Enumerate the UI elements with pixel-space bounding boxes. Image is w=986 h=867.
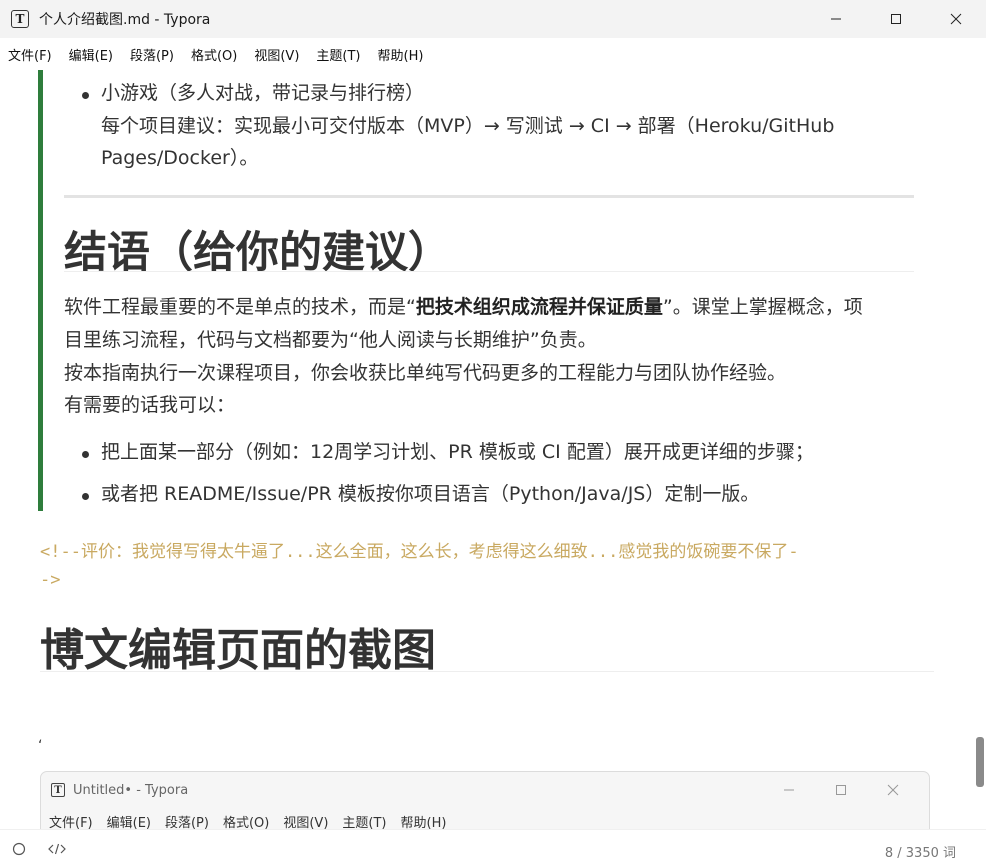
outline-toggle-button[interactable] <box>12 842 26 856</box>
embedded-menu-view: 视图(V) <box>283 816 329 829</box>
minimize-button[interactable] <box>806 0 866 38</box>
typora-app-icon: T <box>51 783 65 797</box>
project-advice-line2: Pages/Docker）。 <box>101 147 259 169</box>
html-comment-line2: -> <box>40 570 61 590</box>
html-comment-line1: <!--评价：我觉得写得太牛逼了...这么全面，这么长，考虑得这么细致...感觉… <box>40 542 799 562</box>
list-bullet <box>82 493 89 500</box>
status-bar: 8 / 3350 词 <box>0 829 986 867</box>
menu-format[interactable]: 格式(O) <box>191 45 237 64</box>
embedded-window-controls <box>763 772 919 808</box>
list-bullet <box>82 451 89 458</box>
outline-circle-icon <box>12 842 26 855</box>
maximize-button[interactable] <box>866 0 926 38</box>
conclusion-paragraph-line1: 软件工程最重要的不是单点的技术，而是“把技术组织成流程并保证质量”。课堂上掌握概… <box>64 296 863 318</box>
embedded-typora-screenshot: T Untitled• - Typora 文件(F) 编辑(E) 段落(P) 格… <box>40 771 930 829</box>
menu-bar: 文件(F) 编辑(E) 段落(P) 格式(O) 视图(V) 主题(T) 帮助(H… <box>0 38 986 70</box>
conclusion-paragraph-line3: 按本指南执行一次课程项目，你会收获比单纯写代码更多的工程能力与团队协作经验。 <box>64 362 787 384</box>
typora-app-icon: T <box>11 10 29 28</box>
embedded-menu-theme: 主题(T) <box>342 816 387 829</box>
conclusion-paragraph-line4: 有需要的话我可以： <box>64 394 236 416</box>
embedded-menu-edit: 编辑(E) <box>106 816 151 829</box>
minimize-icon <box>784 789 794 791</box>
maximize-icon <box>891 14 901 24</box>
conclusion-paragraph-line2: 目里练习流程，代码与文档都要为“他人阅读与长期维护”负责。 <box>64 329 597 351</box>
close-button[interactable] <box>926 0 986 38</box>
embedded-close <box>867 772 919 808</box>
list-item: 小游戏（多人对战，带记录与排行榜） <box>101 82 425 104</box>
list-item: 把上面某一部分（例如：12周学习计划、PR 模板或 CI 配置）展开成更详细的步… <box>101 441 814 463</box>
menu-view[interactable]: 视图(V) <box>254 45 299 64</box>
embedded-maximize <box>815 772 867 808</box>
editor-content[interactable]: 小游戏（多人对战，带记录与排行榜） 每个项目建议：实现最小可交付版本（MVP）→… <box>0 70 986 829</box>
close-icon <box>887 784 899 796</box>
vertical-scrollbar-thumb[interactable] <box>976 737 984 787</box>
close-icon <box>950 13 962 25</box>
embedded-menu-paragraph: 段落(P) <box>164 816 209 829</box>
list-bullet <box>82 92 89 99</box>
menu-paragraph[interactable]: 段落(P) <box>130 45 174 64</box>
embedded-window-title: Untitled• - Typora <box>73 782 189 798</box>
embedded-title-bar: T Untitled• - Typora <box>41 772 929 808</box>
menu-file[interactable]: 文件(F) <box>8 45 52 64</box>
horizontal-rule <box>64 195 914 198</box>
embedded-menu-file: 文件(F) <box>49 816 93 829</box>
heading-underline <box>40 671 934 672</box>
project-advice-line1: 每个项目建议：实现最小可交付版本（MVP）→ 写测试 → CI → 部署（Her… <box>101 115 835 137</box>
stray-mark: ‘ <box>38 738 43 754</box>
menu-theme[interactable]: 主题(T) <box>316 45 360 64</box>
window-controls <box>806 0 986 38</box>
source-code-toggle-button[interactable] <box>48 842 66 856</box>
screenshot-section-heading: 博文编辑页面的截图 <box>40 625 436 676</box>
menu-edit[interactable]: 编辑(E) <box>69 45 113 64</box>
embedded-minimize <box>763 772 815 808</box>
blockquote-bar <box>38 70 43 511</box>
bold-text: 把技术组织成流程并保证质量 <box>415 296 663 318</box>
word-count[interactable]: 8 / 3350 词 <box>885 842 956 861</box>
menu-help[interactable]: 帮助(H) <box>378 45 424 64</box>
maximize-icon <box>836 785 846 795</box>
heading-underline <box>64 271 914 272</box>
minimize-icon <box>831 18 841 20</box>
list-item: 或者把 README/Issue/PR 模板按你项目语言（Python/Java… <box>101 483 760 505</box>
embedded-menu-format: 格式(O) <box>222 816 270 829</box>
embedded-menu-help: 帮助(H) <box>400 816 447 829</box>
source-code-icon <box>48 843 66 854</box>
embedded-menu-bar: 文件(F) 编辑(E) 段落(P) 格式(O) 视图(V) 主题(T) 帮助(H… <box>49 812 460 829</box>
title-bar: T 个人介绍截图.md - Typora <box>0 0 986 38</box>
window-title: 个人介绍截图.md - Typora <box>39 12 211 28</box>
